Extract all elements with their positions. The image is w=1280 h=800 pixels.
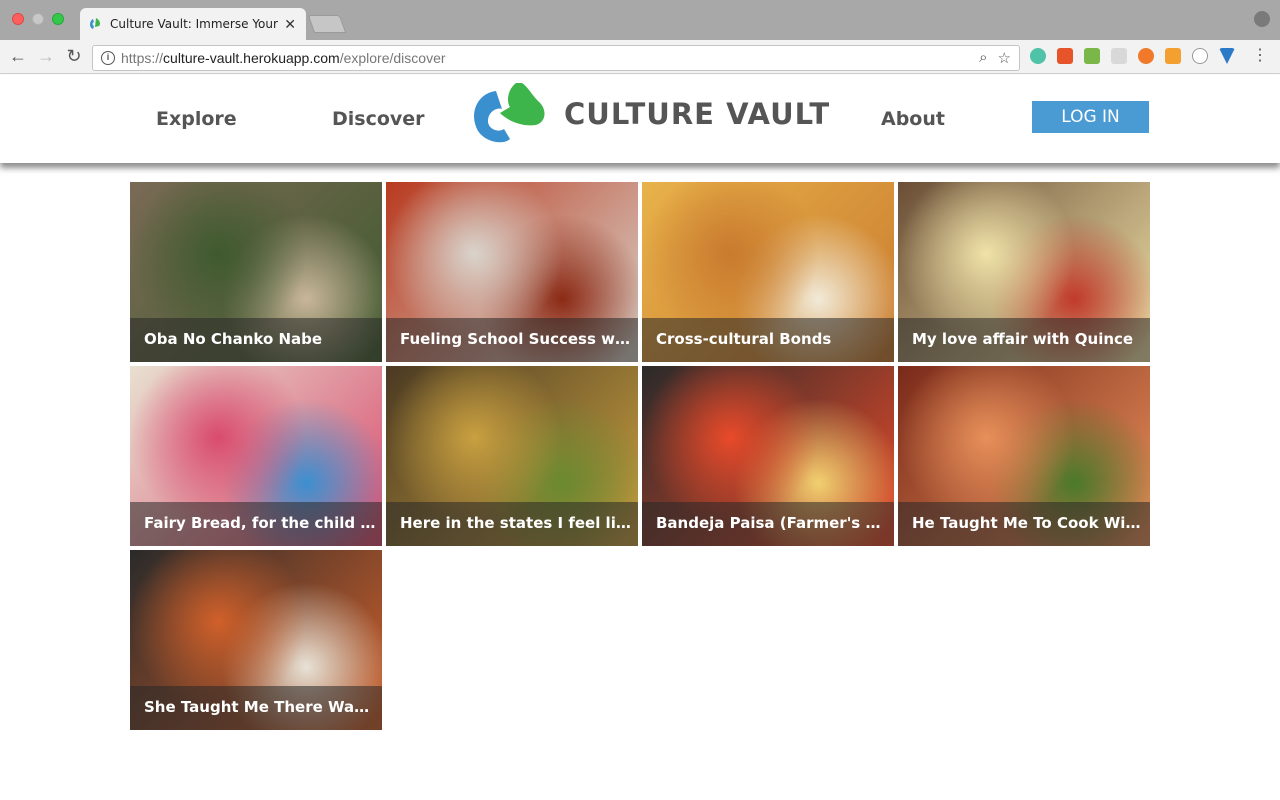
nav-about[interactable]: About [881,108,945,130]
extension-icon[interactable] [1138,48,1154,64]
profile-icon[interactable] [1254,11,1270,27]
story-card-caption: Fueling School Success with Can... [386,318,638,362]
culture-vault-favicon-icon [90,18,100,29]
site-header: Explore Discover CULTURE VAULT About LOG… [0,75,1280,163]
extension-icon[interactable] [1219,48,1235,64]
story-card-caption: Here in the states I feel like a stra... [386,502,638,546]
url-path: /explore/discover [339,50,446,66]
story-card-title[interactable]: Fueling School Success with Can... [400,330,638,348]
story-card[interactable]: Cross-cultural Bonds [642,182,894,362]
story-card-title[interactable]: Bandeja Paisa (Farmer's Platter) [656,514,894,532]
story-card-caption: Oba No Chanko Nabe [130,318,382,362]
print-extension-icon[interactable] [1084,48,1100,64]
reload-icon[interactable]: ↻ [60,43,88,71]
story-card-title[interactable]: Oba No Chanko Nabe [144,330,382,348]
story-card-caption: My love affair with Quince [898,318,1150,362]
browser-menu-icon[interactable]: ⋮ [1252,47,1268,65]
browser-tab-active[interactable]: Culture Vault: Immerse Yourself ✕ [80,8,306,40]
address-bar[interactable]: i https://culture-vault.herokuapp.com/ex… [92,45,1020,71]
bookmark-star-icon[interactable]: ☆ [998,49,1011,67]
close-window-button[interactable] [12,13,24,25]
story-card-title[interactable]: Here in the states I feel like a stra... [400,514,638,532]
new-tab-button[interactable] [307,15,347,33]
story-card-title[interactable]: He Taught Me To Cook With Fire [912,514,1150,532]
site-info-icon[interactable]: i [101,51,115,65]
url-text[interactable]: https://culture-vault.herokuapp.com/expl… [121,50,979,66]
login-button[interactable]: LOG IN [1032,101,1149,133]
extension-icon[interactable] [1192,48,1208,64]
story-card[interactable]: He Taught Me To Cook With Fire [898,366,1150,546]
story-card-caption: Fairy Bread, for the child within ... [130,502,382,546]
extension-icon[interactable] [1030,48,1046,64]
nav-explore[interactable]: Explore [156,108,237,130]
story-card-title[interactable]: Fairy Bread, for the child within ... [144,514,382,532]
discover-grid: Oba No Chanko Nabe Fueling School Success… [130,182,1150,730]
story-card[interactable]: She Taught Me There Was Streng... [130,550,382,730]
window-controls [12,13,64,25]
story-card-caption: Cross-cultural Bonds [642,318,894,362]
story-card[interactable]: Fueling School Success with Can... [386,182,638,362]
story-card-title[interactable]: My love affair with Quince [912,330,1150,348]
story-card-caption: She Taught Me There Was Streng... [130,686,382,730]
browser-tab-bar: Culture Vault: Immerse Yourself ✕ [0,0,1280,40]
logo[interactable]: CULTURE VAULT [470,81,830,147]
extension-icons [1030,48,1235,64]
forward-arrow-icon[interactable]: → [32,43,60,71]
culture-vault-logo-icon [474,83,545,143]
zoom-icon[interactable]: ⌕ [979,49,987,67]
url-scheme: https:// [121,50,164,66]
browser-toolbar: ← → ↻ i https://culture-vault.herokuapp.… [0,40,1280,74]
story-card-caption: He Taught Me To Cook With Fire [898,502,1150,546]
extension-icon[interactable] [1165,48,1181,64]
story-card[interactable]: Here in the states I feel like a stra... [386,366,638,546]
minimize-window-button[interactable] [32,13,44,25]
office-extension-icon[interactable] [1057,48,1073,64]
nav-discover[interactable]: Discover [332,108,425,130]
logo-text: CULTURE VAULT [564,97,831,131]
maximize-window-button[interactable] [52,13,64,25]
story-card[interactable]: My love affair with Quince [898,182,1150,362]
story-card-title[interactable]: Cross-cultural Bonds [656,330,894,348]
story-card-title[interactable]: She Taught Me There Was Streng... [144,698,382,716]
story-card-caption: Bandeja Paisa (Farmer's Platter) [642,502,894,546]
tab-title: Culture Vault: Immerse Yourself [110,17,278,31]
back-arrow-icon[interactable]: ← [4,43,32,71]
story-card[interactable]: Oba No Chanko Nabe [130,182,382,362]
tab-close-icon[interactable]: ✕ [284,16,296,33]
qr-extension-icon[interactable] [1111,48,1127,64]
story-card[interactable]: Fairy Bread, for the child within ... [130,366,382,546]
url-host: culture-vault.herokuapp.com [163,50,340,66]
story-card[interactable]: Bandeja Paisa (Farmer's Platter) [642,366,894,546]
